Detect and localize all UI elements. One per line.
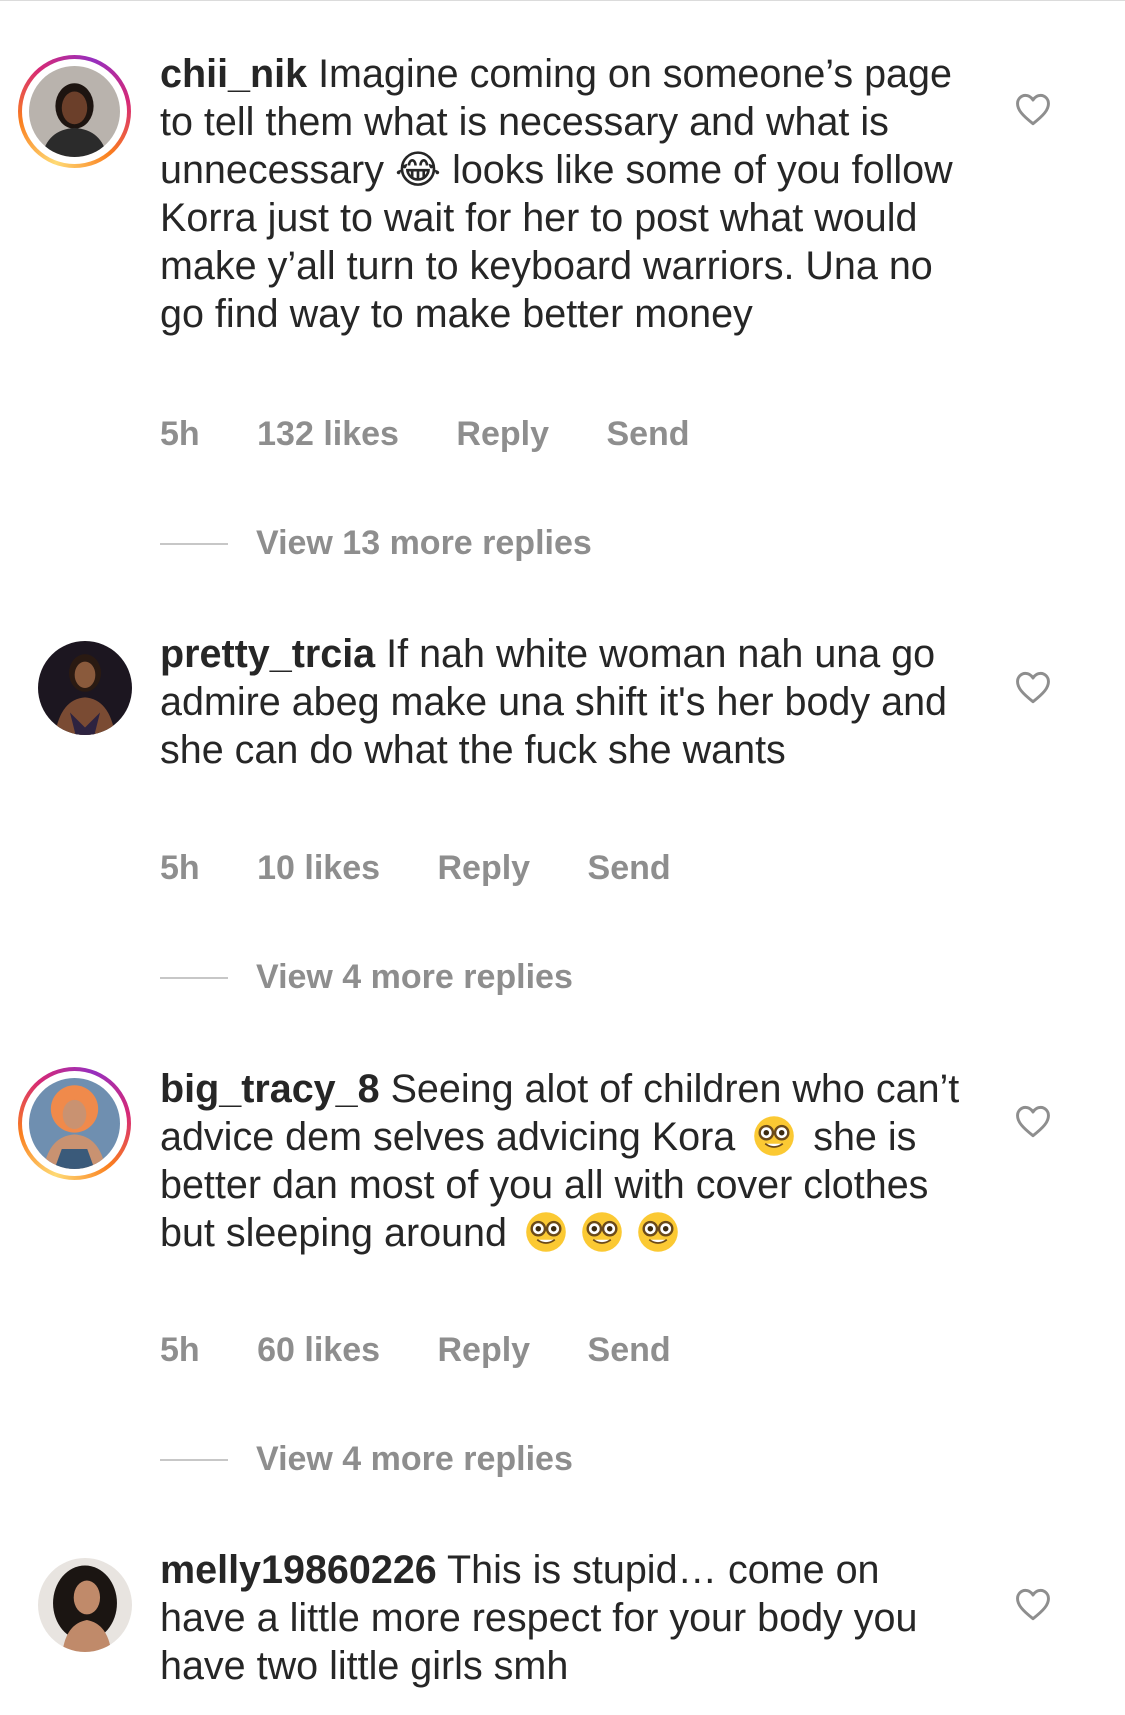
view-replies-label: View 13 more replies: [256, 524, 592, 562]
avatar-image: [29, 66, 120, 157]
comment-time: 5h: [160, 415, 200, 453]
view-replies-label: View 4 more replies: [256, 1440, 573, 1478]
heart-outline-icon[interactable]: [1014, 670, 1052, 704]
avatar-image: [38, 1558, 132, 1652]
comment-time: 5h: [160, 849, 200, 887]
send-button[interactable]: Send: [588, 849, 671, 887]
comment-likes[interactable]: 10 likes: [257, 849, 380, 887]
comment-likes[interactable]: 60 likes: [257, 1331, 380, 1369]
comment-username[interactable]: chii_nik: [160, 52, 307, 96]
comment-actions: 5h 132 likes Reply Send: [160, 414, 738, 454]
comment-text: pretty_trcia If nah white woman nah una …: [160, 630, 960, 774]
reply-button[interactable]: Reply: [437, 1331, 530, 1369]
comment-text: big_tracy_8 Seeing alot of children who …: [160, 1065, 960, 1257]
avatar-image: [38, 641, 132, 735]
reply-button[interactable]: Reply: [456, 415, 549, 453]
comment-text: chii_nik Imagine coming on someone’s pag…: [160, 50, 960, 338]
comment-actions: 5h 10 likes Reply Send: [160, 848, 719, 888]
avatar[interactable]: [29, 1078, 120, 1169]
comment-username[interactable]: big_tracy_8: [160, 1067, 380, 1111]
avatar-with-story-ring[interactable]: [18, 1067, 131, 1180]
comment-actions: 5h 60 likes Reply Send: [160, 1330, 719, 1370]
send-button[interactable]: Send: [606, 415, 689, 453]
heart-outline-icon[interactable]: [1014, 1104, 1052, 1138]
comment-time: 5h: [160, 1331, 200, 1369]
reply-thread-line: [160, 1459, 228, 1461]
view-replies-label: View 4 more replies: [256, 958, 573, 996]
nerd-face-emoji: [754, 1116, 795, 1156]
avatar-wrapper: [18, 1549, 132, 1662]
avatar-wrapper: [18, 632, 132, 745]
nerd-face-emoji: [638, 1212, 678, 1252]
comment-username[interactable]: pretty_trcia: [160, 632, 375, 676]
nerd-face-emoji: [582, 1212, 622, 1252]
top-divider: [0, 0, 1125, 1]
avatar-with-story-ring[interactable]: [18, 55, 131, 168]
heart-outline-icon[interactable]: [1014, 92, 1052, 126]
reply-thread-line: [160, 543, 228, 545]
reply-thread-line: [160, 977, 228, 979]
send-button[interactable]: Send: [588, 1331, 671, 1369]
comment-username[interactable]: melly19860226: [160, 1548, 437, 1592]
avatar-image: [29, 1078, 120, 1169]
avatar[interactable]: [38, 641, 132, 735]
comment-likes[interactable]: 132 likes: [257, 415, 399, 453]
avatar[interactable]: [29, 66, 120, 157]
heart-outline-icon[interactable]: [1014, 1587, 1052, 1621]
avatar[interactable]: [38, 1558, 132, 1652]
reply-button[interactable]: Reply: [437, 849, 530, 887]
nerd-face-emoji: [526, 1212, 566, 1252]
comment-text: melly19860226 This is stupid… come on ha…: [160, 1546, 960, 1690]
